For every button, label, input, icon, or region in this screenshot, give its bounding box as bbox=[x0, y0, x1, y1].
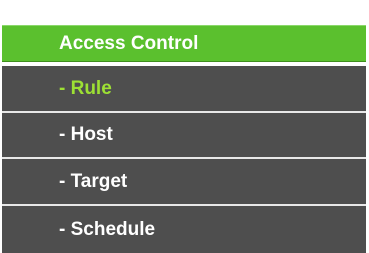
menu-header-access-control[interactable]: Access Control bbox=[2, 25, 366, 62]
menu-header-label: Access Control bbox=[59, 32, 199, 54]
menu-item-label: - Host bbox=[59, 124, 113, 145]
menu-item-rule[interactable]: - Rule bbox=[2, 66, 366, 111]
menu-item-label: - Target bbox=[59, 170, 128, 192]
menu-item-target[interactable]: - Target bbox=[2, 159, 366, 204]
menu-item-schedule[interactable]: - Schedule bbox=[2, 206, 366, 253]
menu-item-host[interactable]: - Host bbox=[2, 113, 366, 157]
access-control-menu: Access Control - Rule - Host - Target - … bbox=[0, 0, 369, 253]
menu-item-label: - Rule bbox=[59, 77, 112, 99]
menu-item-label: - Schedule bbox=[59, 218, 156, 240]
